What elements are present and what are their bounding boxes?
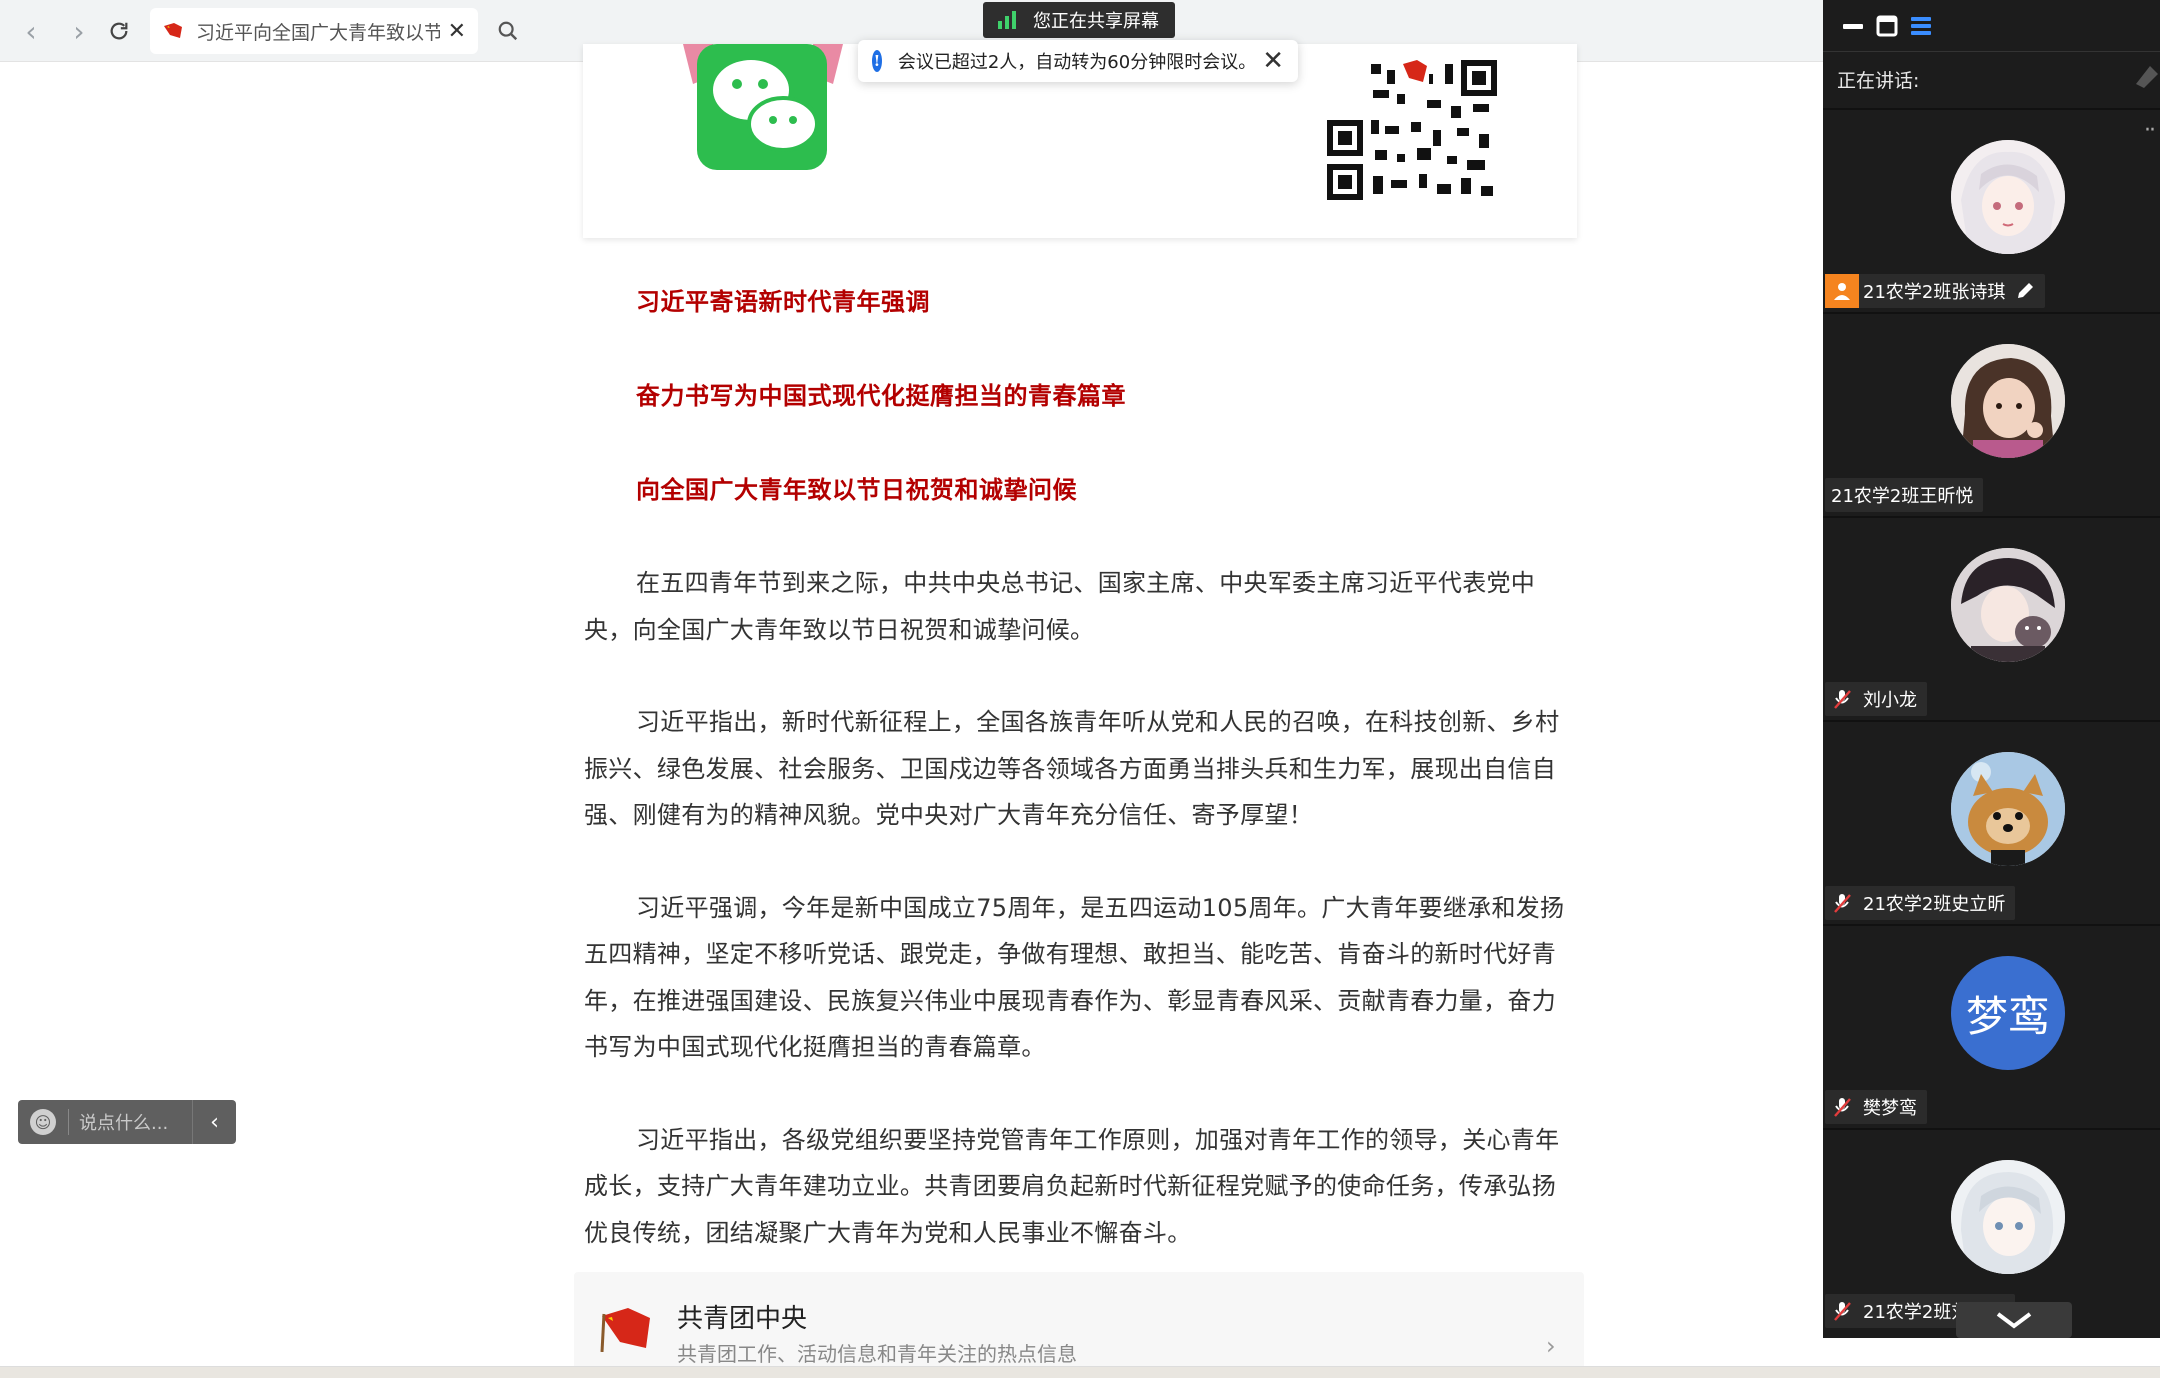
signal-bars-icon bbox=[998, 11, 1016, 29]
qr-code bbox=[1327, 60, 1497, 200]
source-desc: 共青团工作、活动信息和青年关注的热点信息 bbox=[677, 1342, 1077, 1366]
participant-tile[interactable]: 梦鸾 樊梦鸾 bbox=[1823, 924, 2160, 1128]
panel-controls bbox=[1823, 0, 2160, 52]
list-view-icon[interactable] bbox=[1909, 14, 1933, 38]
participant-tile[interactable]: 21农学2班王昕悦 bbox=[1823, 312, 2160, 516]
reload-button[interactable] bbox=[102, 14, 136, 48]
article-heading: 习近平寄语新时代青年强调 bbox=[636, 288, 930, 316]
info-icon: ! bbox=[872, 50, 882, 72]
source-account-card[interactable]: 共青团中央 共青团工作、活动信息和青年关注的热点信息 › bbox=[574, 1272, 1584, 1378]
search-icon bbox=[498, 21, 518, 41]
chevron-right-icon: › bbox=[73, 14, 85, 48]
reload-icon bbox=[110, 22, 128, 40]
toast-message: 会议已超过2人，自动转为60分钟限时会议。 bbox=[897, 52, 1257, 73]
participant-name: 21农学2班张诗琪 bbox=[1863, 282, 2006, 303]
avatar bbox=[1951, 140, 2065, 254]
collapse-button[interactable]: ‹ bbox=[192, 1100, 236, 1144]
source-name: 共青团中央 bbox=[677, 1304, 808, 1334]
minimize-icon[interactable] bbox=[1841, 14, 1865, 38]
participant-nameplate: 21农学2班张诗琪 bbox=[1825, 274, 2046, 308]
host-icon bbox=[1825, 274, 1859, 308]
browser-tab[interactable]: 习近平向全国广大青年致以节 ✕ bbox=[150, 8, 478, 54]
search-button[interactable] bbox=[488, 14, 528, 48]
article-paragraph: 习近平指出，各级党组织要坚持党管青年工作原则，加强对青年工作的领导，关心青年成长… bbox=[584, 1125, 1560, 1247]
wechat-logo-icon bbox=[683, 44, 843, 170]
avatar: 梦鸾 bbox=[1951, 956, 2065, 1070]
window-icon[interactable] bbox=[1875, 14, 1899, 38]
speaking-label: 正在讲话: bbox=[1837, 70, 1920, 92]
cyl-flag-logo-icon bbox=[600, 1308, 650, 1352]
chat-input[interactable]: 说点什么... bbox=[79, 1109, 192, 1135]
mic-muted-icon bbox=[1825, 886, 1859, 920]
chevron-right-icon: › bbox=[1546, 1332, 1556, 1360]
participant-name: 21农学2班王昕悦 bbox=[1831, 486, 1974, 507]
participant-tile[interactable]: 21农学2班史立昕 bbox=[1823, 720, 2160, 924]
article-paragraph: 在五四青年节到来之际，中共中央总书记、国家主席、中央军委主席习近平代表党中央，向… bbox=[584, 569, 1536, 644]
avatar bbox=[1951, 1160, 2065, 1274]
participant-name: 樊梦鸾 bbox=[1863, 1098, 1917, 1119]
toast-close-icon[interactable]: ✕ bbox=[1262, 46, 1284, 76]
participant-nameplate: 21农学2班王昕悦 bbox=[1825, 478, 1984, 512]
divider bbox=[68, 1109, 69, 1135]
participant-nameplate: 刘小龙 bbox=[1825, 682, 1927, 716]
participant-tile[interactable]: 刘小龙 bbox=[1823, 516, 2160, 720]
share-label: 您正在共享屏幕 bbox=[1033, 11, 1159, 32]
tab-favicon-icon bbox=[164, 23, 182, 38]
participant-nameplate: 21农学2班史立昕 bbox=[1825, 886, 2016, 920]
pin-icon bbox=[2136, 66, 2158, 88]
edit-icon[interactable] bbox=[2015, 281, 2035, 301]
participant-nameplate: 樊梦鸾 bbox=[1825, 1090, 1927, 1124]
chevron-left-icon: ‹ bbox=[25, 14, 37, 48]
scroll-down-button[interactable] bbox=[1956, 1302, 2072, 1338]
participant-tile[interactable]: 21农学2班张诗琪 bbox=[1823, 108, 2160, 312]
meeting-limit-toast: ! 会议已超过2人，自动转为60分钟限时会议。 ✕ bbox=[858, 40, 1298, 82]
avatar bbox=[1951, 344, 2065, 458]
article-heading: 向全国广大青年致以节日祝贺和诚挚问候 bbox=[636, 476, 1077, 504]
taskbar-edge bbox=[0, 1366, 2160, 1378]
article-paragraph: 习近平指出，新时代新征程上，全国各族青年听从党和人民的召唤，在科技创新、乡村振兴… bbox=[584, 708, 1560, 829]
meeting-participant-panel: 正在讲话: ·· 21农学2班张诗琪 21农学2班王昕悦 刘小龙 21农学2班史… bbox=[1823, 0, 2160, 1338]
chevron-left-icon: ‹ bbox=[210, 1109, 219, 1135]
tab-title: 习近平向全国广大青年致以节 bbox=[196, 21, 440, 44]
article-body: 习近平寄语新时代青年强调 奋力书写为中国式现代化挺膺担当的青春篇章 向全国广大青… bbox=[584, 282, 1580, 1302]
avatar bbox=[1951, 752, 2065, 866]
tab-close-icon[interactable]: ✕ bbox=[448, 19, 466, 44]
chevron-down-icon bbox=[1996, 1312, 2032, 1329]
forward-button[interactable]: › bbox=[62, 14, 96, 48]
avatar-initials: 梦鸾 bbox=[1965, 991, 2050, 1041]
emoji-icon[interactable]: ☺ bbox=[30, 1109, 56, 1135]
avatar bbox=[1951, 548, 2065, 662]
mic-muted-icon bbox=[1825, 1294, 1859, 1328]
mic-muted-icon bbox=[1825, 682, 1859, 716]
article-paragraph: 习近平强调，今年是新中国成立75周年，是五四运动105周年。广大青年要继承和发扬… bbox=[584, 893, 1565, 1062]
participant-name: 刘小龙 bbox=[1863, 690, 1917, 711]
chat-input-bar[interactable]: ☺ 说点什么... ‹ bbox=[18, 1100, 236, 1144]
mic-muted-icon bbox=[1825, 1090, 1859, 1124]
participant-name: 21农学2班史立昕 bbox=[1863, 894, 2006, 915]
article-heading: 奋力书写为中国式现代化挺膺担当的青春篇章 bbox=[636, 382, 1126, 410]
screen-share-indicator[interactable]: 您正在共享屏幕 bbox=[983, 2, 1175, 38]
back-button[interactable]: ‹ bbox=[14, 14, 48, 48]
